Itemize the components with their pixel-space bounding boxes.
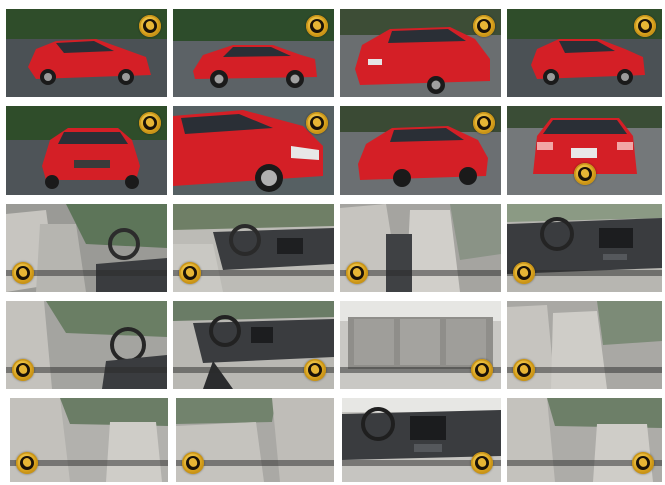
photo-tile[interactable] xyxy=(6,9,167,97)
photo-tile[interactable] xyxy=(340,9,501,97)
gold-emblem-icon xyxy=(16,452,38,474)
gold-emblem-icon xyxy=(12,359,34,381)
gold-emblem-icon xyxy=(12,262,34,284)
photo-tile[interactable] xyxy=(6,301,167,389)
photo-tile[interactable] xyxy=(173,301,334,389)
gold-emblem-icon xyxy=(139,15,161,37)
photo-tile[interactable] xyxy=(507,204,662,292)
gold-emblem-icon xyxy=(182,452,204,474)
gold-emblem-icon xyxy=(573,163,596,185)
photo-tile[interactable] xyxy=(6,106,167,195)
photo-tile[interactable] xyxy=(173,204,334,292)
gold-emblem-icon xyxy=(306,112,328,134)
photo-tile[interactable] xyxy=(507,301,662,389)
photo-tile[interactable] xyxy=(173,9,334,97)
gold-emblem-icon xyxy=(632,452,654,474)
gold-emblem-icon xyxy=(471,452,493,474)
gold-emblem-icon xyxy=(179,262,201,284)
gold-emblem-icon xyxy=(304,359,326,381)
photo-tile[interactable] xyxy=(340,106,501,195)
gold-emblem-icon xyxy=(634,15,656,37)
gold-emblem-icon xyxy=(471,359,493,381)
photo-tile[interactable] xyxy=(340,204,501,292)
gold-emblem-icon xyxy=(473,15,495,37)
gold-emblem-icon xyxy=(513,359,535,381)
photo-tile[interactable] xyxy=(340,301,501,389)
gold-emblem-icon xyxy=(346,262,368,284)
gold-emblem-icon xyxy=(306,15,328,37)
photo-tile[interactable] xyxy=(342,398,501,482)
gold-emblem-icon xyxy=(513,262,535,284)
photo-tile[interactable] xyxy=(176,398,334,482)
photo-tile[interactable] xyxy=(507,106,662,195)
photo-tile[interactable] xyxy=(173,106,334,195)
photo-tile[interactable] xyxy=(10,398,168,482)
gold-emblem-icon xyxy=(139,112,161,134)
gold-emblem-icon xyxy=(473,112,495,134)
photo-tile[interactable] xyxy=(507,9,662,97)
photo-tile[interactable] xyxy=(507,398,662,482)
photo-tile[interactable] xyxy=(6,204,167,292)
